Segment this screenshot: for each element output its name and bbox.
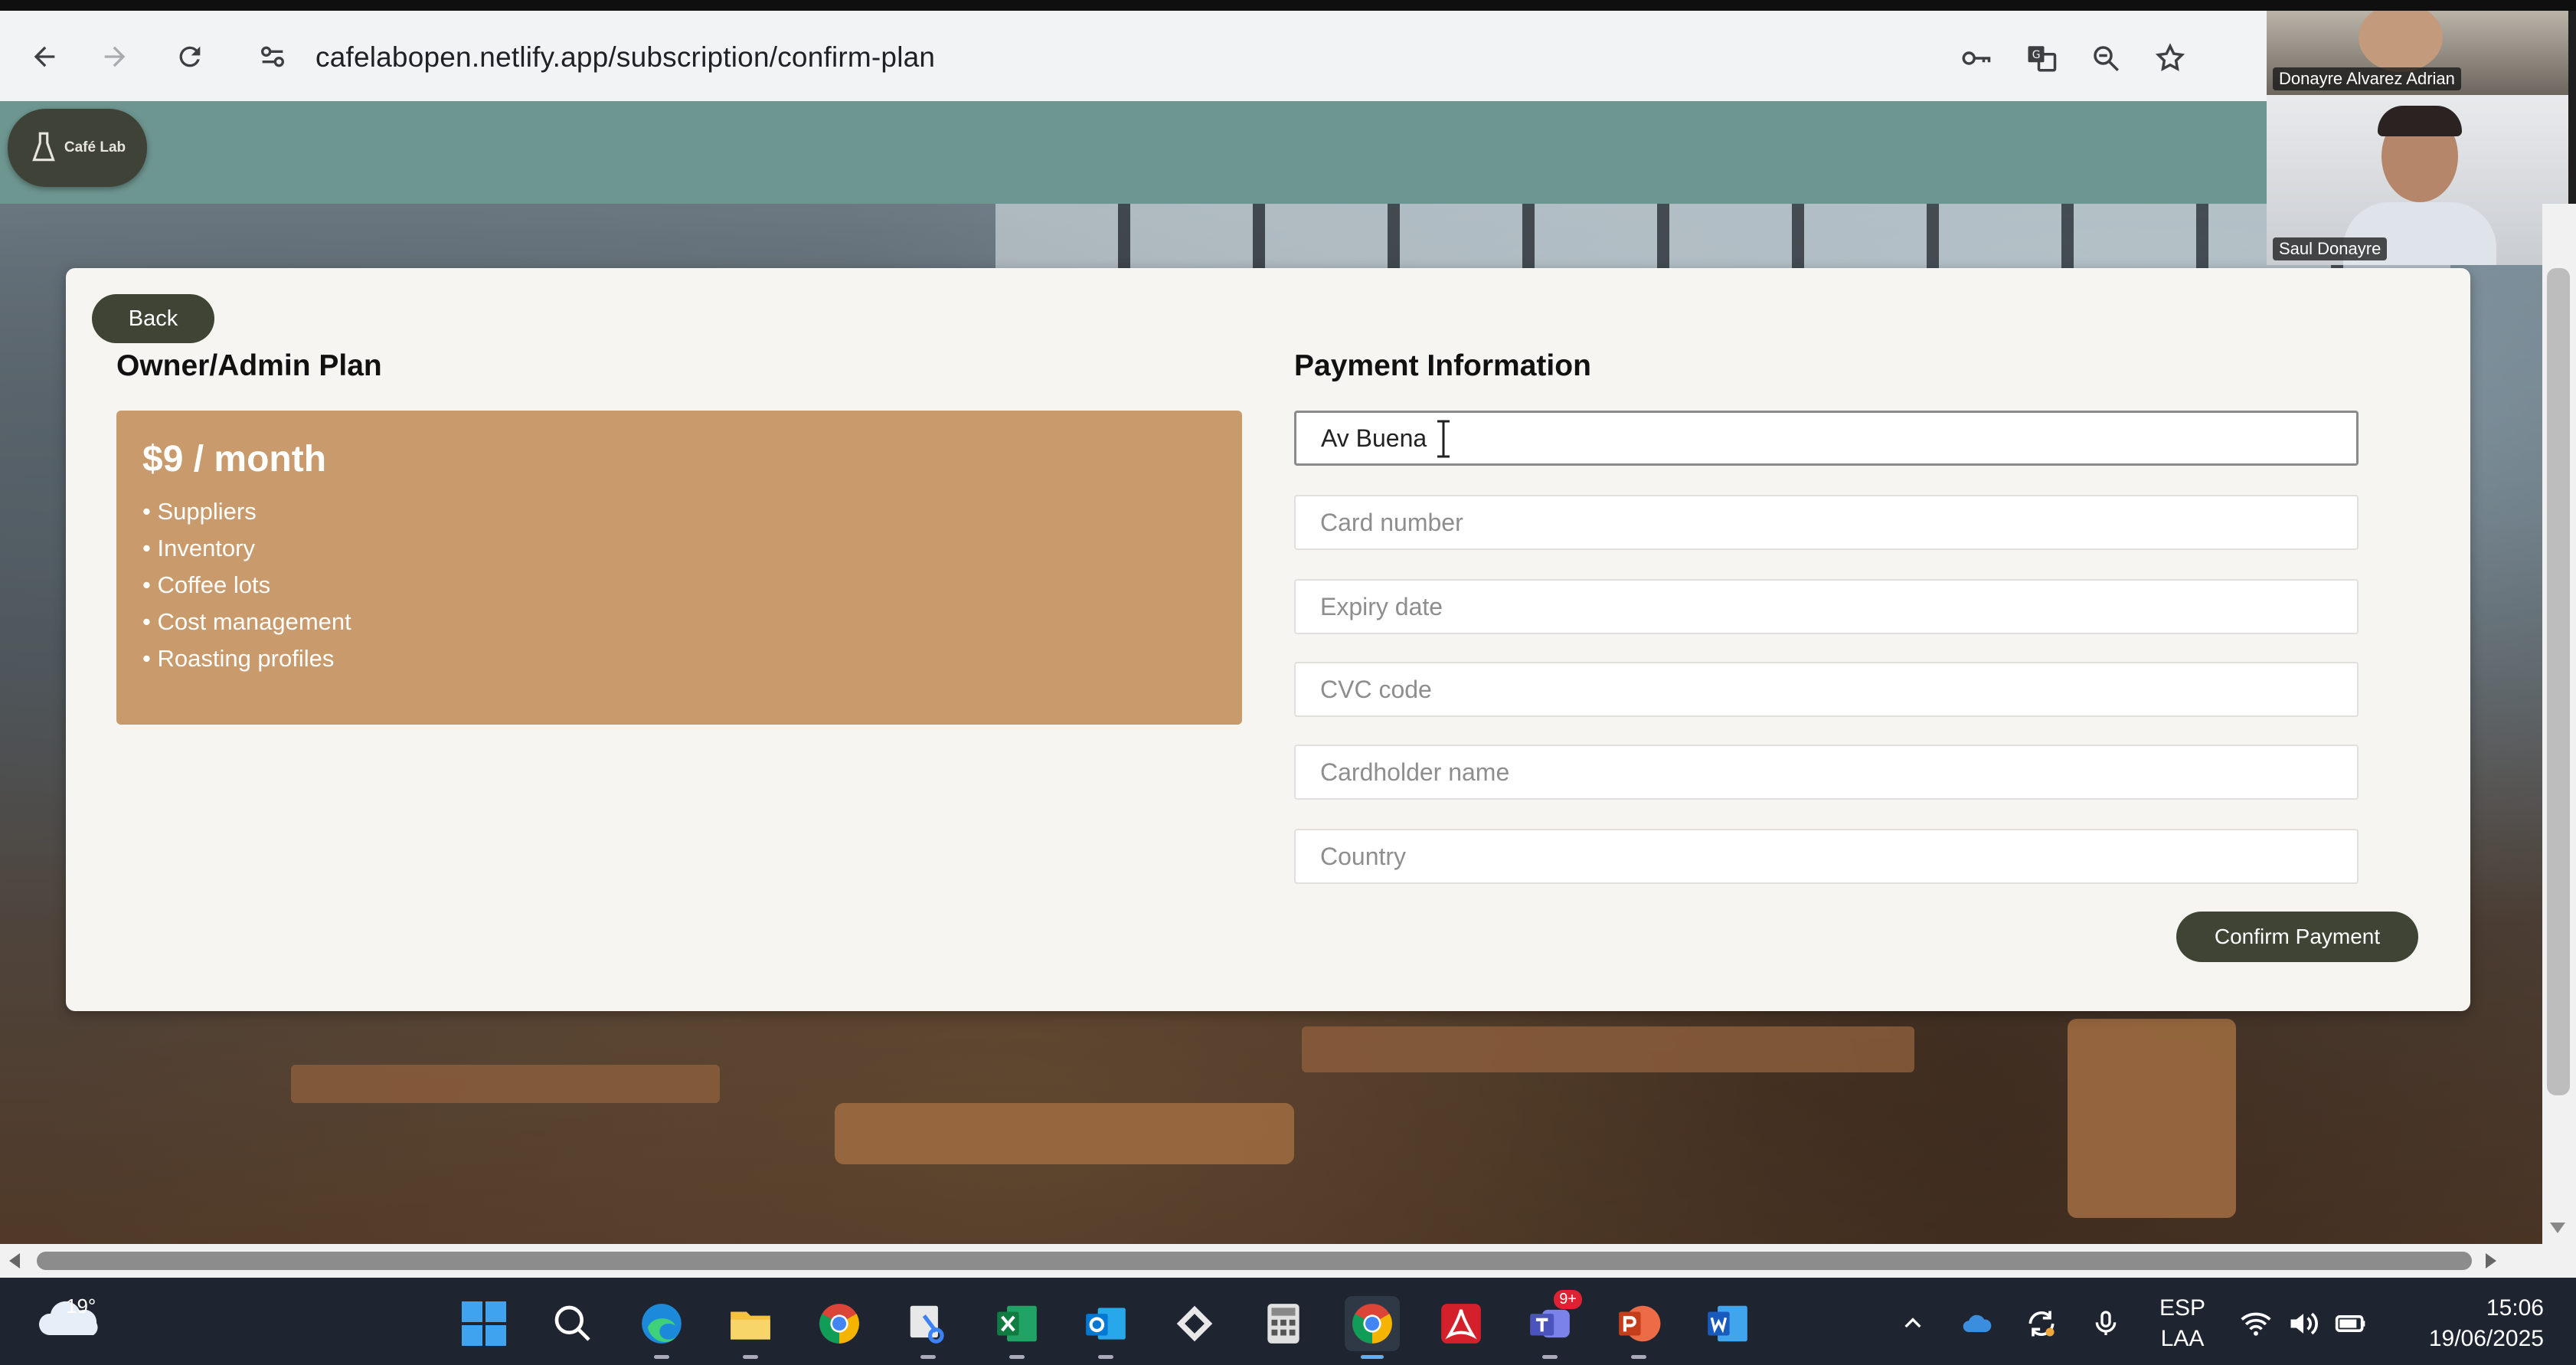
address-input[interactable] <box>1294 411 2359 466</box>
clock-date: 19/06/2025 <box>2428 1326 2544 1351</box>
top-strip <box>0 0 2576 11</box>
horizontal-scrollbar-thumb[interactable] <box>37 1252 2472 1270</box>
calculator-icon <box>1267 1304 1299 1344</box>
participant-head <box>2359 11 2443 72</box>
card-number-input[interactable] <box>1294 495 2359 550</box>
translate-icon[interactable]: G <box>2022 38 2061 78</box>
acrobat-app[interactable] <box>1433 1296 1489 1351</box>
input-language[interactable]: ESP LAA <box>2153 1293 2212 1354</box>
vertical-scrollbar-thumb[interactable] <box>2547 268 2570 1095</box>
bookmark-star-icon[interactable] <box>2150 38 2190 78</box>
background-windows <box>995 204 2450 268</box>
chrome-app[interactable] <box>812 1296 867 1351</box>
feature-item: Suppliers <box>142 493 351 530</box>
start-button[interactable] <box>456 1296 512 1351</box>
logo-text: Café Lab <box>64 139 126 155</box>
participant-name: Donayre Alvarez Adrian <box>2273 67 2461 90</box>
chrome-icon <box>819 1304 859 1344</box>
background-table <box>1302 1026 1914 1072</box>
chrome-profile-icon <box>1352 1304 1392 1344</box>
plan-details-box: $9 / month Suppliers Inventory Coffee lo… <box>116 411 1242 725</box>
back-arrow-icon[interactable] <box>23 35 66 78</box>
show-hidden-icons-chevron-icon[interactable] <box>1894 1305 1931 1342</box>
password-key-icon[interactable] <box>1956 38 1996 78</box>
background-table <box>291 1065 720 1103</box>
address-bar-url[interactable]: cafelabopen.netlify.app/subscription/con… <box>315 41 935 74</box>
back-button[interactable]: Back <box>92 294 214 343</box>
confirm-payment-button[interactable]: Confirm Payment <box>2176 912 2418 962</box>
background-chair <box>835 1103 1294 1164</box>
excel-app[interactable] <box>989 1296 1044 1359</box>
clock-time: 15:06 <box>2486 1295 2544 1321</box>
background-chair <box>2068 1019 2236 1218</box>
snipping-tool-icon <box>910 1305 944 1344</box>
clock[interactable]: 15:06 19/06/2025 <box>2391 1293 2544 1354</box>
plan-price: $9 / month <box>142 439 327 480</box>
video-tile-participant-2: Saul Donayre <box>2267 95 2568 265</box>
plan-title: Owner/Admin Plan <box>116 349 382 382</box>
participant-name: Saul Donayre <box>2273 237 2388 260</box>
edge-icon <box>642 1304 682 1344</box>
feature-item: Coffee lots <box>142 567 351 604</box>
microphone-icon[interactable] <box>2087 1305 2124 1342</box>
folder-icon <box>731 1311 770 1340</box>
cvc-code-input[interactable] <box>1294 662 2359 717</box>
pdf-icon <box>1441 1304 1481 1344</box>
volume-icon[interactable] <box>2285 1305 2322 1342</box>
reload-icon[interactable] <box>168 35 211 78</box>
keyboard-layout: LAA <box>2160 1326 2205 1351</box>
scroll-down-icon[interactable] <box>2548 1218 2567 1236</box>
word-icon <box>1708 1305 1747 1342</box>
teams-app[interactable]: 9+ <box>1522 1290 1582 1359</box>
scroll-right-icon[interactable] <box>2481 1252 2499 1270</box>
search-taskbar-button[interactable] <box>545 1296 600 1351</box>
diamond-app-icon <box>1176 1305 1213 1342</box>
onedrive-cloud-icon[interactable] <box>1959 1305 1996 1342</box>
word-app[interactable] <box>1700 1296 1755 1351</box>
cardholder-name-input[interactable] <box>1294 745 2359 800</box>
excel-icon <box>997 1305 1037 1342</box>
calculator-app[interactable] <box>1256 1296 1311 1351</box>
text-cursor-icon <box>1437 420 1450 458</box>
dev-tool-app[interactable] <box>1167 1296 1222 1351</box>
feature-item: Inventory <box>142 530 351 567</box>
battery-icon[interactable] <box>2332 1305 2369 1342</box>
browser-toolbar: cafelabopen.netlify.app/subscription/con… <box>0 11 2267 102</box>
payment-title: Payment Information <box>1294 349 1591 382</box>
country-input[interactable] <box>1294 829 2359 884</box>
svg-text:G: G <box>2032 49 2041 61</box>
feature-item: Cost management <box>142 604 351 640</box>
outlook-app[interactable] <box>1078 1296 1133 1359</box>
teams-notification-badge: 9+ <box>1554 1290 1582 1309</box>
flask-icon <box>32 132 55 162</box>
app-header <box>0 101 2267 204</box>
feature-item: Roasting profiles <box>142 640 351 677</box>
outlook-icon <box>1086 1308 1126 1340</box>
chrome-app-active[interactable] <box>1345 1296 1400 1359</box>
powerpoint-icon <box>1619 1305 1661 1342</box>
sync-status-icon[interactable] <box>2023 1305 2060 1342</box>
snipping-tool-app[interactable] <box>901 1296 956 1359</box>
edge-app[interactable] <box>634 1296 689 1359</box>
wifi-icon[interactable] <box>2238 1305 2274 1342</box>
weather-temperature: 19° <box>66 1295 96 1318</box>
powerpoint-app[interactable] <box>1611 1296 1666 1359</box>
windows-logo-icon <box>462 1301 506 1346</box>
plan-feature-list: Suppliers Inventory Coffee lots Cost man… <box>142 493 351 677</box>
file-explorer-app[interactable] <box>723 1296 778 1359</box>
search-icon <box>554 1305 590 1341</box>
scroll-left-icon[interactable] <box>6 1252 25 1270</box>
video-tile-participant-1: Donayre Alvarez Adrian <box>2267 11 2568 95</box>
expiry-date-input[interactable] <box>1294 579 2359 634</box>
site-info-icon[interactable] <box>257 41 291 72</box>
cafe-lab-logo[interactable]: Café Lab <box>8 109 147 187</box>
language-code: ESP <box>2159 1295 2206 1321</box>
zoom-icon[interactable] <box>2086 38 2126 78</box>
forward-arrow-icon[interactable] <box>93 35 136 78</box>
participant-hair <box>2378 106 2462 136</box>
